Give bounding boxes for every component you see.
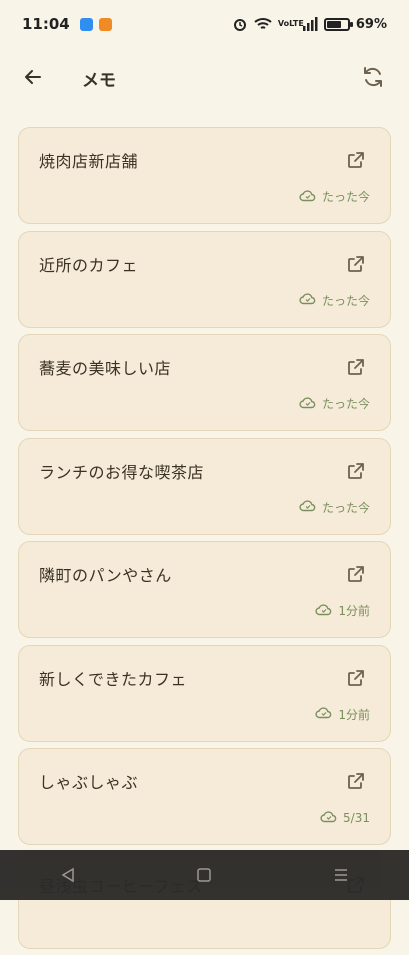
memo-list: 焼肉店新店舗たった今近所のカフェたった今蕎麦の美味しい店たった今ランチのお得な喫… [18, 127, 391, 955]
memo-updated-time: たった今 [322, 499, 370, 516]
memo-title: 近所のカフェ [39, 252, 138, 276]
cloud-sync-icon [299, 396, 316, 412]
memo-sync-status: 1分前 [315, 602, 370, 619]
cloud-sync-icon [299, 499, 316, 515]
memo-card[interactable]: 近所のカフェたった今 [18, 231, 391, 328]
signal-icon [302, 17, 318, 31]
memo-sync-status: 5/31 [320, 810, 370, 826]
page-title: メモ [82, 66, 116, 91]
memo-title: ランチのお得な喫茶店 [39, 459, 204, 483]
app-notification-icon [80, 18, 93, 31]
memo-sync-status: たった今 [299, 395, 370, 412]
shop-notification-icon [99, 18, 112, 31]
external-link-icon[interactable] [346, 771, 366, 791]
arrow-left-icon [24, 68, 42, 86]
status-right: VoLTE 69% [232, 16, 387, 32]
battery-percent: 69% [356, 17, 387, 32]
battery-icon [324, 18, 350, 31]
memo-sync-status: 1分前 [315, 706, 370, 723]
memo-card[interactable]: 焼肉店新店舗たった今 [18, 127, 391, 224]
triangle-back-icon [60, 867, 76, 883]
back-button[interactable] [20, 64, 46, 90]
system-nav-bar [0, 850, 409, 900]
memo-updated-time: たった今 [322, 292, 370, 309]
cloud-sync-icon [320, 810, 337, 826]
memo-card[interactable]: ランチのお得な喫茶店たった今 [18, 438, 391, 535]
memo-title: 隣町のパンやさん [39, 562, 172, 586]
external-link-icon[interactable] [346, 461, 366, 481]
memo-card[interactable]: 新しくできたカフェ 1分前 [18, 645, 391, 742]
cloud-sync-icon [299, 292, 316, 308]
memo-sync-status: たった今 [299, 292, 370, 309]
external-link-icon[interactable] [346, 564, 366, 584]
nav-home-button[interactable] [184, 855, 224, 895]
status-bar: 11:04 VoLTE 69% [0, 0, 409, 48]
memo-updated-time: 1分前 [338, 602, 370, 619]
external-link-icon[interactable] [346, 357, 366, 377]
memo-card[interactable]: 蕎麦の美味しい店たった今 [18, 334, 391, 431]
status-notification-icons [80, 18, 112, 31]
battery-fill [327, 21, 341, 28]
memo-title: 新しくできたカフェ [39, 666, 187, 690]
memo-updated-time: たった今 [322, 395, 370, 412]
external-link-icon[interactable] [346, 668, 366, 688]
wifi-icon [254, 17, 272, 31]
memo-updated-time: たった今 [322, 188, 370, 205]
memo-title: 焼肉店新店舗 [39, 148, 138, 172]
network-type: VoLTE [278, 20, 296, 28]
alarm-icon [232, 16, 248, 32]
nav-back-button[interactable] [48, 855, 88, 895]
memo-sync-status: たった今 [299, 499, 370, 516]
menu-lines-icon [333, 867, 349, 883]
memo-updated-time: 5/31 [343, 811, 370, 825]
square-home-icon [196, 867, 212, 883]
external-link-icon[interactable] [346, 254, 366, 274]
memo-title: しゃぶしゃぶ [39, 769, 138, 793]
nav-recents-button[interactable] [321, 855, 361, 895]
memo-updated-time: 1分前 [338, 706, 370, 723]
external-link-icon[interactable] [346, 150, 366, 170]
cloud-sync-icon [299, 189, 316, 205]
memo-title: 蕎麦の美味しい店 [39, 355, 171, 379]
sync-button[interactable] [360, 64, 386, 90]
memo-card[interactable]: しゃぶしゃぶ 5/31 [18, 748, 391, 845]
cloud-sync-icon [315, 706, 332, 722]
status-time: 11:04 [22, 15, 70, 33]
memo-card[interactable]: 隣町のパンやさん 1分前 [18, 541, 391, 638]
refresh-icon [362, 66, 384, 88]
app-bar: メモ [0, 48, 409, 106]
memo-sync-status: たった今 [299, 188, 370, 205]
cloud-sync-icon [315, 603, 332, 619]
